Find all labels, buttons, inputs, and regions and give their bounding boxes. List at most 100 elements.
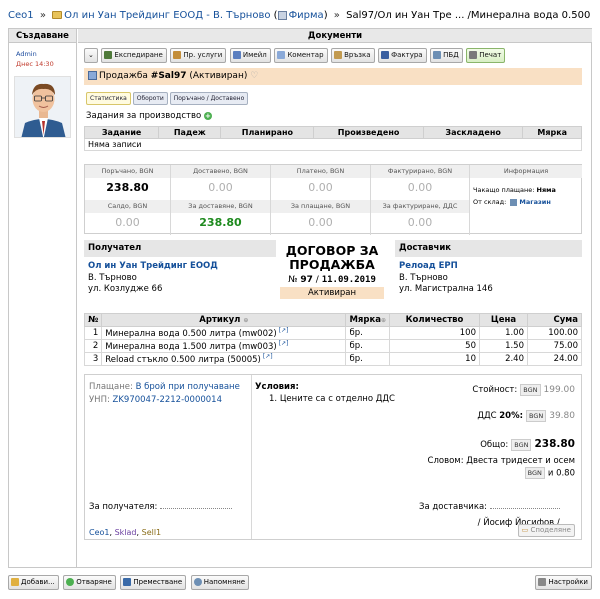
star-icon — [11, 578, 19, 586]
production-section-label: Задания за производство + — [86, 111, 212, 121]
col-measure[interactable]: Мярка⊕ — [345, 313, 390, 327]
breadcrumb-separator: » — [39, 10, 46, 21]
breadcrumb-firm[interactable]: Фирма — [289, 10, 324, 21]
sort-icon: ⊕ — [380, 317, 386, 324]
payment-info: Плащане: В брой при получаване УНП: ZK97… — [89, 382, 240, 405]
print-button[interactable]: Печат — [466, 48, 506, 63]
grand-total: 238.80 — [534, 438, 575, 450]
empty-row: Няма записи — [84, 138, 582, 151]
services-button[interactable]: Пр. услуги — [170, 48, 227, 63]
external-link-icon[interactable]: [↗] — [279, 340, 289, 347]
payment-method: В брой при получаване — [135, 382, 240, 392]
tag-sell[interactable]: Sell1 — [142, 528, 162, 537]
article-name: Минерална вода 0.500 литра (mw002) — [105, 328, 277, 339]
summary-to-pay: За плащане, BGN 0.00 — [271, 200, 371, 235]
pending-payment: Няма — [536, 186, 556, 194]
doc-tags: Ceo1, Sklad, Sell1 — [89, 528, 162, 537]
recipient-block: Ол ин Уан Трейдинг ЕООД В. Търново ул. К… — [88, 261, 218, 295]
tag-ceo[interactable]: Ceo1 — [89, 528, 110, 537]
summary-to-deliver: За доставяне, BGN 238.80 — [171, 200, 271, 235]
tab-statistics[interactable]: Статистика — [86, 92, 131, 105]
divider — [251, 375, 252, 539]
summary-invoiced: Фактурирано, BGN 0.00 — [371, 165, 470, 200]
invoice-icon — [381, 51, 390, 59]
footer-bar: Добави... Отваряне Преместване Напомняне… — [8, 575, 592, 591]
contract-number: 97 — [300, 275, 313, 285]
tab-ordered-delivered[interactable]: Поръчано / Доставено — [169, 92, 249, 105]
supplier-address: ул. Магистрална 146 — [399, 284, 493, 294]
author-info: Admin Днес 14:30 — [16, 50, 54, 68]
move-icon — [123, 578, 132, 586]
toolbar-toggle-button[interactable]: ⌄ — [84, 48, 98, 63]
breadcrumb-company[interactable]: Ол ин Уан Трейдинг ЕООД - В. Търново — [64, 10, 270, 21]
breadcrumb: Ceo1 » Ол ин Уан Трейдинг ЕООД - В. Търн… — [8, 10, 591, 21]
truck-icon — [104, 51, 113, 59]
email-icon — [232, 51, 241, 59]
services-icon — [173, 51, 182, 59]
author-name[interactable]: Admin — [16, 50, 54, 58]
invoice-button[interactable]: Фактура — [378, 48, 427, 63]
add-button[interactable]: Добави... — [8, 575, 59, 590]
clock-icon — [193, 578, 202, 586]
col-stored: Заскладено — [422, 126, 524, 139]
doc-number: #Sal97 — [150, 71, 187, 81]
reminder-button[interactable]: Напомняне — [190, 575, 250, 590]
heart-icon[interactable]: ♡ — [250, 71, 258, 81]
open-button[interactable]: Отваряне — [63, 575, 116, 590]
link-button[interactable]: Връзка — [331, 48, 375, 63]
recipient-header: Получател — [84, 240, 276, 257]
contract-block: ДОГОВОР ЗА ПРОДАЖБА № 97 / 11.09.2019 Ак… — [280, 244, 384, 299]
wrench-icon — [538, 578, 547, 586]
author-time: Днес 14:30 — [16, 60, 54, 68]
add-production-icon[interactable]: + — [203, 111, 212, 120]
comment-button[interactable]: Коментар — [274, 48, 328, 63]
supplier-name[interactable]: Релоад ЕРП — [399, 261, 493, 272]
open-icon — [66, 578, 75, 586]
col-sum: Сума — [527, 313, 582, 327]
contract-number-line: № 97 / 11.09.2019 — [288, 275, 376, 285]
tab-turnover[interactable]: Обороти — [132, 92, 168, 105]
condition-item: 1. Цените са с отделно ДДС — [269, 394, 395, 404]
share-button[interactable]: ▭ Споделяне — [517, 524, 575, 537]
article-name: Reload стъкло 0.500 литра (50005) — [105, 354, 261, 365]
expedite-button[interactable]: Експедиране — [101, 48, 167, 63]
document-title-bar: Продажба #Sal97 (Активиран) ♡ — [84, 68, 582, 85]
financial-summary: Поръчано, BGN 238.80 Доставено, BGN 0.00… — [84, 164, 582, 235]
email-button[interactable]: Имейл — [229, 48, 271, 63]
firm-icon — [277, 10, 287, 20]
contract-title: ДОГОВОР ЗА ПРОДАЖБА — [285, 243, 379, 272]
external-link-icon[interactable]: [↗] — [263, 353, 273, 360]
unp-number: ZK970047-2212-0000014 — [112, 395, 222, 405]
col-article[interactable]: Артикул ⊕ — [101, 313, 347, 327]
col-unit: Мярка — [522, 126, 582, 139]
document-footer-box: Плащане: В брой при получаване УНП: ZK97… — [84, 374, 582, 540]
pbd-button[interactable]: ПБД — [430, 48, 463, 63]
production-table: Задание Падеж Планирано Произведено Заск… — [83, 126, 582, 151]
external-link-icon[interactable]: [↗] — [279, 327, 289, 334]
col-task: Задание — [83, 126, 160, 139]
document-toolbar: ⌄ Експедиране Пр. услуги Имейл Коментар … — [84, 48, 506, 64]
tag-sklad[interactable]: Sklad — [115, 528, 137, 537]
supplier-header: Доставчик — [395, 240, 582, 257]
col-planned: Планирано — [220, 126, 315, 139]
store-link[interactable]: Магазин — [519, 198, 550, 206]
folder-icon — [52, 11, 63, 19]
col-price: Цена — [479, 313, 528, 327]
recipient-city: В. Търново — [88, 273, 137, 283]
contract-date: 11.09.2019 — [321, 275, 376, 285]
total-in-words: Словом: Двеста тридесет и осем BGN и 0.80 — [427, 456, 575, 479]
col-quantity: Количество — [389, 313, 480, 327]
breadcrumb-root[interactable]: Ceo1 — [8, 10, 34, 21]
comment-icon — [277, 51, 286, 59]
avatar-image — [15, 77, 70, 137]
vat-amount: 39.80 — [549, 411, 575, 421]
breadcrumb-current: Sal97/Ол ин Уан Тре ... /Минерална вода … — [346, 10, 591, 21]
move-button[interactable]: Преместване — [120, 575, 187, 590]
recipient-name[interactable]: Ол ин Уан Трейдинг ЕООД — [88, 261, 218, 272]
recipient-address: ул. Козлудже 66 — [88, 284, 163, 294]
summary-paid: Платено, BGN 0.00 — [271, 165, 371, 200]
contract-status: Активиран — [280, 287, 384, 299]
supplier-block: Релоад ЕРП В. Търново ул. Магистрална 14… — [399, 261, 493, 295]
doc-type: Продажба — [99, 71, 148, 81]
settings-button[interactable]: Настройки — [535, 575, 592, 590]
